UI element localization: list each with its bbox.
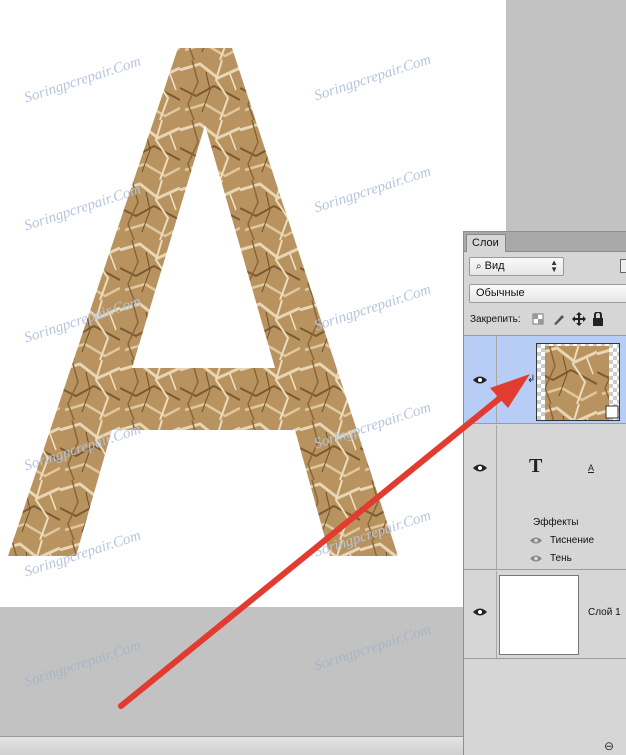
annotation-arrow: [118, 374, 530, 709]
screenshot: Soringpcrepair.Com Soringpcrepair.Com So…: [0, 0, 626, 755]
